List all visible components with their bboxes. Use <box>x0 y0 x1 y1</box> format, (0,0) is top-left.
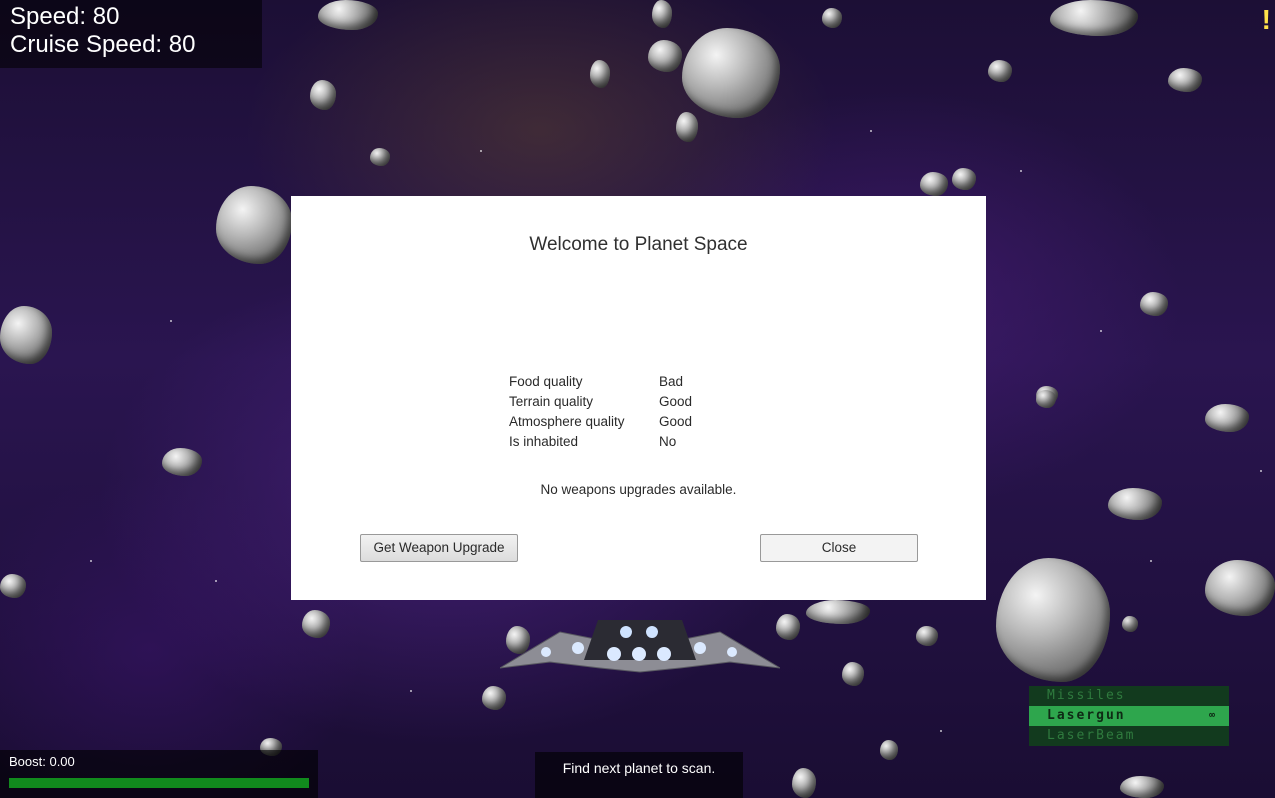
asteroid <box>370 148 390 166</box>
stat-value: Good <box>659 394 693 409</box>
stat-row: Terrain quality Good <box>509 392 692 412</box>
planet-dialog: Welcome to Planet Space Food quality Bad… <box>291 196 986 600</box>
ship-light <box>572 642 584 654</box>
star <box>870 130 872 132</box>
stat-row: Food quality Bad <box>509 372 692 392</box>
stat-value: Bad <box>659 374 684 389</box>
boost-bar <box>9 778 309 788</box>
stat-value: No <box>659 434 677 449</box>
star <box>215 580 217 582</box>
asteroid <box>1205 404 1249 432</box>
asteroid <box>880 740 898 760</box>
asteroid <box>318 0 378 30</box>
asteroid <box>590 60 610 88</box>
ship-light <box>541 647 551 657</box>
ship-light <box>620 626 632 638</box>
weapon-slot-laserbeam[interactable]: LaserBeam <box>1029 726 1229 746</box>
speed-readout: Speed: 80 <box>10 3 120 30</box>
stat-label: Terrain quality <box>509 394 594 409</box>
weapon-ammo: ∞ <box>1208 710 1215 721</box>
dialog-title: Welcome to Planet Space <box>529 234 748 255</box>
cruise-speed-readout: Cruise Speed: 80 <box>10 31 196 58</box>
asteroid <box>1140 292 1168 316</box>
asteroid <box>648 40 682 72</box>
asteroid <box>310 80 336 110</box>
star <box>480 150 482 152</box>
boost-panel: Boost: 0.00 <box>0 750 318 798</box>
asteroid <box>920 172 948 196</box>
asteroid <box>1205 560 1275 616</box>
star <box>1020 170 1022 172</box>
stat-label: Is inhabited <box>509 434 579 449</box>
star <box>1150 560 1152 562</box>
asteroid <box>996 558 1110 682</box>
ship-light <box>646 626 658 638</box>
get-weapon-upgrade-button[interactable]: Get Weapon Upgrade <box>360 534 518 562</box>
ship-light <box>694 642 706 654</box>
asteroid <box>682 28 780 118</box>
stat-row: Is inhabited No <box>509 432 692 452</box>
boost-bar-fill <box>9 778 309 788</box>
asteroid <box>822 8 842 28</box>
stat-value: Good <box>659 414 693 429</box>
weapon-name: LaserBeam <box>1047 728 1136 743</box>
asteroid <box>1122 616 1138 632</box>
alert-icon: ! <box>1261 4 1271 35</box>
star <box>170 320 172 322</box>
asteroid <box>302 610 330 638</box>
ship-light <box>657 647 671 661</box>
asteroid <box>806 600 870 624</box>
asteroid <box>1120 776 1164 798</box>
asteroid <box>162 448 202 476</box>
asteroid <box>1036 390 1056 408</box>
weapon-slot-lasergun[interactable]: Lasergun ∞ <box>1029 706 1229 726</box>
speed-panel: Speed: 80 Cruise Speed: 80 <box>0 0 262 68</box>
star <box>1100 330 1102 332</box>
close-button[interactable]: Close <box>760 534 918 562</box>
asteroid <box>0 306 52 364</box>
asteroid <box>216 186 292 264</box>
stat-label: Atmosphere quality <box>509 414 625 429</box>
star <box>940 730 942 732</box>
stat-label: Food quality <box>509 374 583 389</box>
asteroid <box>1168 68 1202 92</box>
asteroid <box>952 168 976 190</box>
asteroid <box>482 686 506 710</box>
ship-light <box>632 647 646 661</box>
asteroid <box>0 574 26 598</box>
asteroid <box>988 60 1012 82</box>
objective-message: Find next planet to scan. <box>535 752 743 798</box>
star <box>410 690 412 692</box>
asteroid <box>676 112 698 142</box>
weapon-selector: Missiles Lasergun ∞ LaserBeam <box>1029 686 1229 746</box>
ship-light <box>727 647 737 657</box>
ship-light <box>607 647 621 661</box>
weapon-slot-missiles[interactable]: Missiles <box>1029 686 1229 706</box>
asteroid <box>1108 488 1162 520</box>
star <box>1260 470 1262 472</box>
planet-stats: Food quality Bad Terrain quality Good At… <box>509 372 692 452</box>
weapon-name: Missiles <box>1047 688 1126 703</box>
asteroid <box>1050 0 1138 36</box>
boost-readout: Boost: 0.00 <box>9 754 75 769</box>
asteroid <box>792 768 816 798</box>
weapon-name: Lasergun <box>1047 708 1126 723</box>
player-ship <box>500 620 780 673</box>
asteroid <box>916 626 938 646</box>
asteroid <box>652 0 672 28</box>
upgrade-notice: No weapons upgrades available. <box>540 482 737 497</box>
stat-row: Atmosphere quality Good <box>509 412 692 432</box>
star <box>90 560 92 562</box>
asteroid <box>842 662 864 686</box>
